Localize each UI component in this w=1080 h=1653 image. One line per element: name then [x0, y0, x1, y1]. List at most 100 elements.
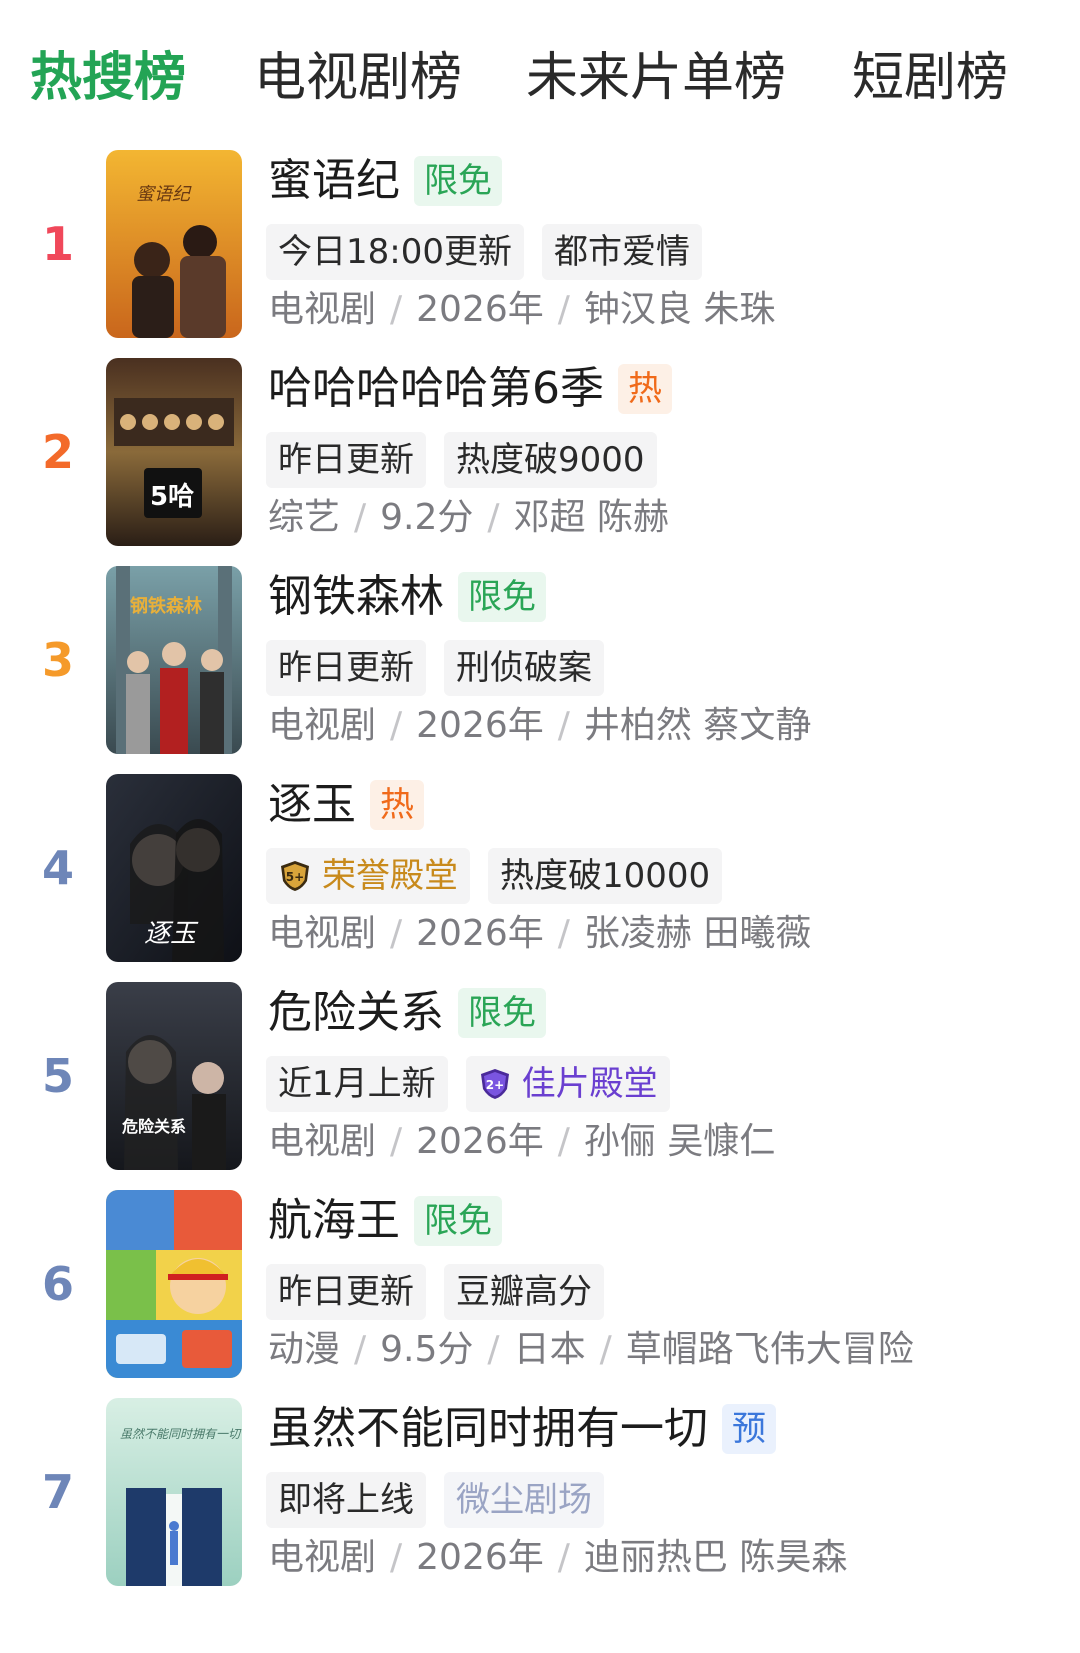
poster-2-illustration: 5哈 — [106, 358, 242, 546]
poster-image[interactable]: 虽然不能同时拥有一切 — [106, 1398, 242, 1586]
meta-cast: 迪丽热巴 陈昊森 — [583, 1537, 848, 1578]
item-title: 哈哈哈哈哈第6季 — [268, 363, 604, 414]
meta-separator: / — [390, 289, 403, 330]
item-chips: 5+ 荣誉殿堂 热度破10000 — [266, 848, 740, 904]
list-item[interactable]: 3 钢铁森林 钢铁森林 限免 昨日更新 刑侦破案 电视剧 / 2026年 / 井… — [0, 566, 1080, 756]
meta-separator: / — [390, 1121, 403, 1162]
tab-upcoming[interactable]: 未来片单榜 — [526, 42, 786, 114]
tab-tv-series[interactable]: 电视剧榜 — [254, 42, 462, 114]
list-item[interactable]: 1 蜜语纪 蜜语纪 限免 今日18:00更新 都市爱情 电视剧 / 2026年 … — [0, 150, 1080, 340]
poster-image[interactable]: 危险关系 — [106, 982, 242, 1170]
poster-image[interactable]: 钢铁森林 — [106, 566, 242, 754]
item-title-line: 逐玉 热 — [268, 774, 424, 836]
meta-cast: 孙俪 吴慷仁 — [583, 1121, 776, 1162]
quality-hall-chip: 2+ 佳片殿堂 — [465, 1056, 670, 1112]
update-chip: 昨日更新 — [266, 432, 426, 488]
badge-label: 5+ — [286, 870, 304, 884]
poster-4-illustration: 逐玉 — [106, 774, 242, 962]
list-item[interactable]: 4 逐玉 逐玉 热 5+ 荣誉殿堂 热度破10000 电视剧 / 2026年 /… — [0, 774, 1080, 964]
item-meta: 电视剧 / 2026年 / 井柏然 蔡文静 — [268, 698, 811, 754]
poster-image[interactable]: 逐玉 — [106, 774, 242, 962]
list-item[interactable]: 7 虽然不能同时拥有一切 虽然不能同时拥有一切 预 即将上线 微尘剧场 电视剧 … — [0, 1398, 1080, 1588]
item-title-line: 虽然不能同时拥有一切 预 — [268, 1398, 776, 1460]
meta-region: 日本 — [513, 1329, 586, 1370]
meta-separator: / — [557, 705, 570, 746]
poster-7-title: 虽然不能同时拥有一切 — [120, 1427, 242, 1441]
honor-hall-chip: 5+ 荣誉殿堂 — [266, 848, 470, 904]
item-meta: 电视剧 / 2026年 / 孙俪 吴慷仁 — [268, 1114, 775, 1170]
meta-separator: / — [557, 1537, 570, 1578]
honor-hall-label: 荣誉殿堂 — [322, 856, 458, 896]
poster-2-logo: 5哈 — [150, 482, 194, 512]
item-chips: 今日18:00更新 都市爱情 — [266, 224, 720, 280]
meta-year: 2026年 — [416, 289, 544, 330]
meta-year: 2026年 — [416, 705, 544, 746]
meta-separator: / — [557, 1121, 570, 1162]
meta-separator: / — [487, 497, 500, 538]
meta-year: 2026年 — [416, 1537, 544, 1578]
item-title: 虽然不能同时拥有一切 — [268, 1403, 708, 1454]
poster-3-title: 钢铁森林 — [130, 595, 202, 617]
meta-separator: / — [354, 1329, 367, 1370]
meta-type: 动漫 — [268, 1329, 341, 1370]
meta-type: 电视剧 — [268, 705, 377, 746]
meta-cast: 邓超 陈赫 — [513, 497, 670, 538]
meta-type: 电视剧 — [268, 1537, 377, 1578]
item-meta: 电视剧 / 2026年 / 张凌赫 田曦薇 — [268, 906, 811, 962]
meta-separator: / — [390, 913, 403, 954]
meta-cast: 张凌赫 田曦薇 — [583, 913, 812, 954]
free-tag: 限免 — [414, 1196, 502, 1246]
shield-badge-icon: 2+ — [480, 1069, 509, 1099]
meta-separator: / — [390, 1537, 403, 1578]
douban-chip: 豆瓣高分 — [444, 1264, 604, 1320]
list-item[interactable]: 2 5哈 哈哈哈哈哈第6季 热 昨日更新 热度破9000 综艺 / 9.2分 /… — [0, 358, 1080, 548]
item-chips: 昨日更新 热度破9000 — [266, 432, 675, 488]
ranking-tabs: 热搜榜 电视剧榜 未来片单榜 短剧榜 — [0, 0, 1080, 150]
theater-chip: 微尘剧场 — [444, 1472, 604, 1528]
meta-separator: / — [557, 289, 570, 330]
meta-year: 2026年 — [416, 1121, 544, 1162]
rank-number: 6 — [41, 1257, 74, 1311]
shield-badge-icon: 5+ — [281, 861, 309, 891]
hot-tag: 热 — [618, 364, 672, 414]
meta-separator: / — [354, 497, 367, 538]
list-item[interactable]: 6 航海王 限免 昨日更新 豆瓣高分 动漫 / 9.5分 / 日本 / 草帽路飞… — [0, 1190, 1080, 1380]
hot-tag: 热 — [370, 780, 424, 830]
poster-image[interactable]: 蜜语纪 — [106, 150, 242, 338]
item-title-line: 蜜语纪 限免 — [268, 150, 502, 212]
meta-score: 9.5分 — [380, 1329, 474, 1370]
item-chips: 昨日更新 豆瓣高分 — [266, 1264, 622, 1320]
item-chips: 近1月上新 2+ 佳片殿堂 — [266, 1056, 688, 1112]
release-chip: 即将上线 — [266, 1472, 426, 1528]
item-meta: 动漫 / 9.5分 / 日本 / 草帽路飞伟大冒险 — [268, 1322, 914, 1378]
free-tag: 限免 — [458, 988, 546, 1038]
poster-4-title: 逐玉 — [144, 919, 199, 949]
rank-number: 4 — [41, 841, 74, 895]
tab-hot-search[interactable]: 热搜榜 — [30, 42, 186, 114]
genre-chip: 都市爱情 — [541, 224, 702, 280]
poster-1-illustration: 蜜语纪 — [106, 150, 242, 338]
list-item[interactable]: 5 危险关系 危险关系 限免 近1月上新 2+ 佳片殿堂 电视剧 / 2026年… — [0, 982, 1080, 1172]
poster-image[interactable] — [106, 1190, 242, 1378]
poster-7-illustration: 虽然不能同时拥有一切 — [106, 1398, 242, 1586]
item-title: 逐玉 — [268, 779, 356, 830]
rank-number: 1 — [41, 217, 74, 271]
tab-short-drama[interactable]: 短剧榜 — [852, 42, 1008, 114]
poster-1-title: 蜜语纪 — [136, 184, 192, 205]
update-chip: 近1月上新 — [266, 1056, 448, 1112]
meta-year: 2026年 — [416, 913, 544, 954]
update-chip: 昨日更新 — [266, 640, 426, 696]
meta-cast: 井柏然 蔡文静 — [583, 705, 812, 746]
poster-image[interactable]: 5哈 — [106, 358, 242, 546]
meta-score: 9.2分 — [380, 497, 474, 538]
item-meta: 电视剧 / 2026年 / 迪丽热巴 陈昊森 — [268, 1530, 847, 1586]
item-meta: 电视剧 / 2026年 / 钟汉良 朱珠 — [268, 282, 775, 338]
poster-5-title: 危险关系 — [122, 1117, 186, 1136]
preview-tag: 预 — [722, 1404, 776, 1454]
meta-separator: / — [487, 1329, 500, 1370]
rank-number: 5 — [41, 1049, 74, 1103]
genre-chip: 刑侦破案 — [444, 640, 604, 696]
item-title-line: 哈哈哈哈哈第6季 热 — [268, 358, 672, 420]
rank-number: 3 — [41, 633, 74, 687]
heat-chip: 热度破10000 — [488, 848, 723, 904]
